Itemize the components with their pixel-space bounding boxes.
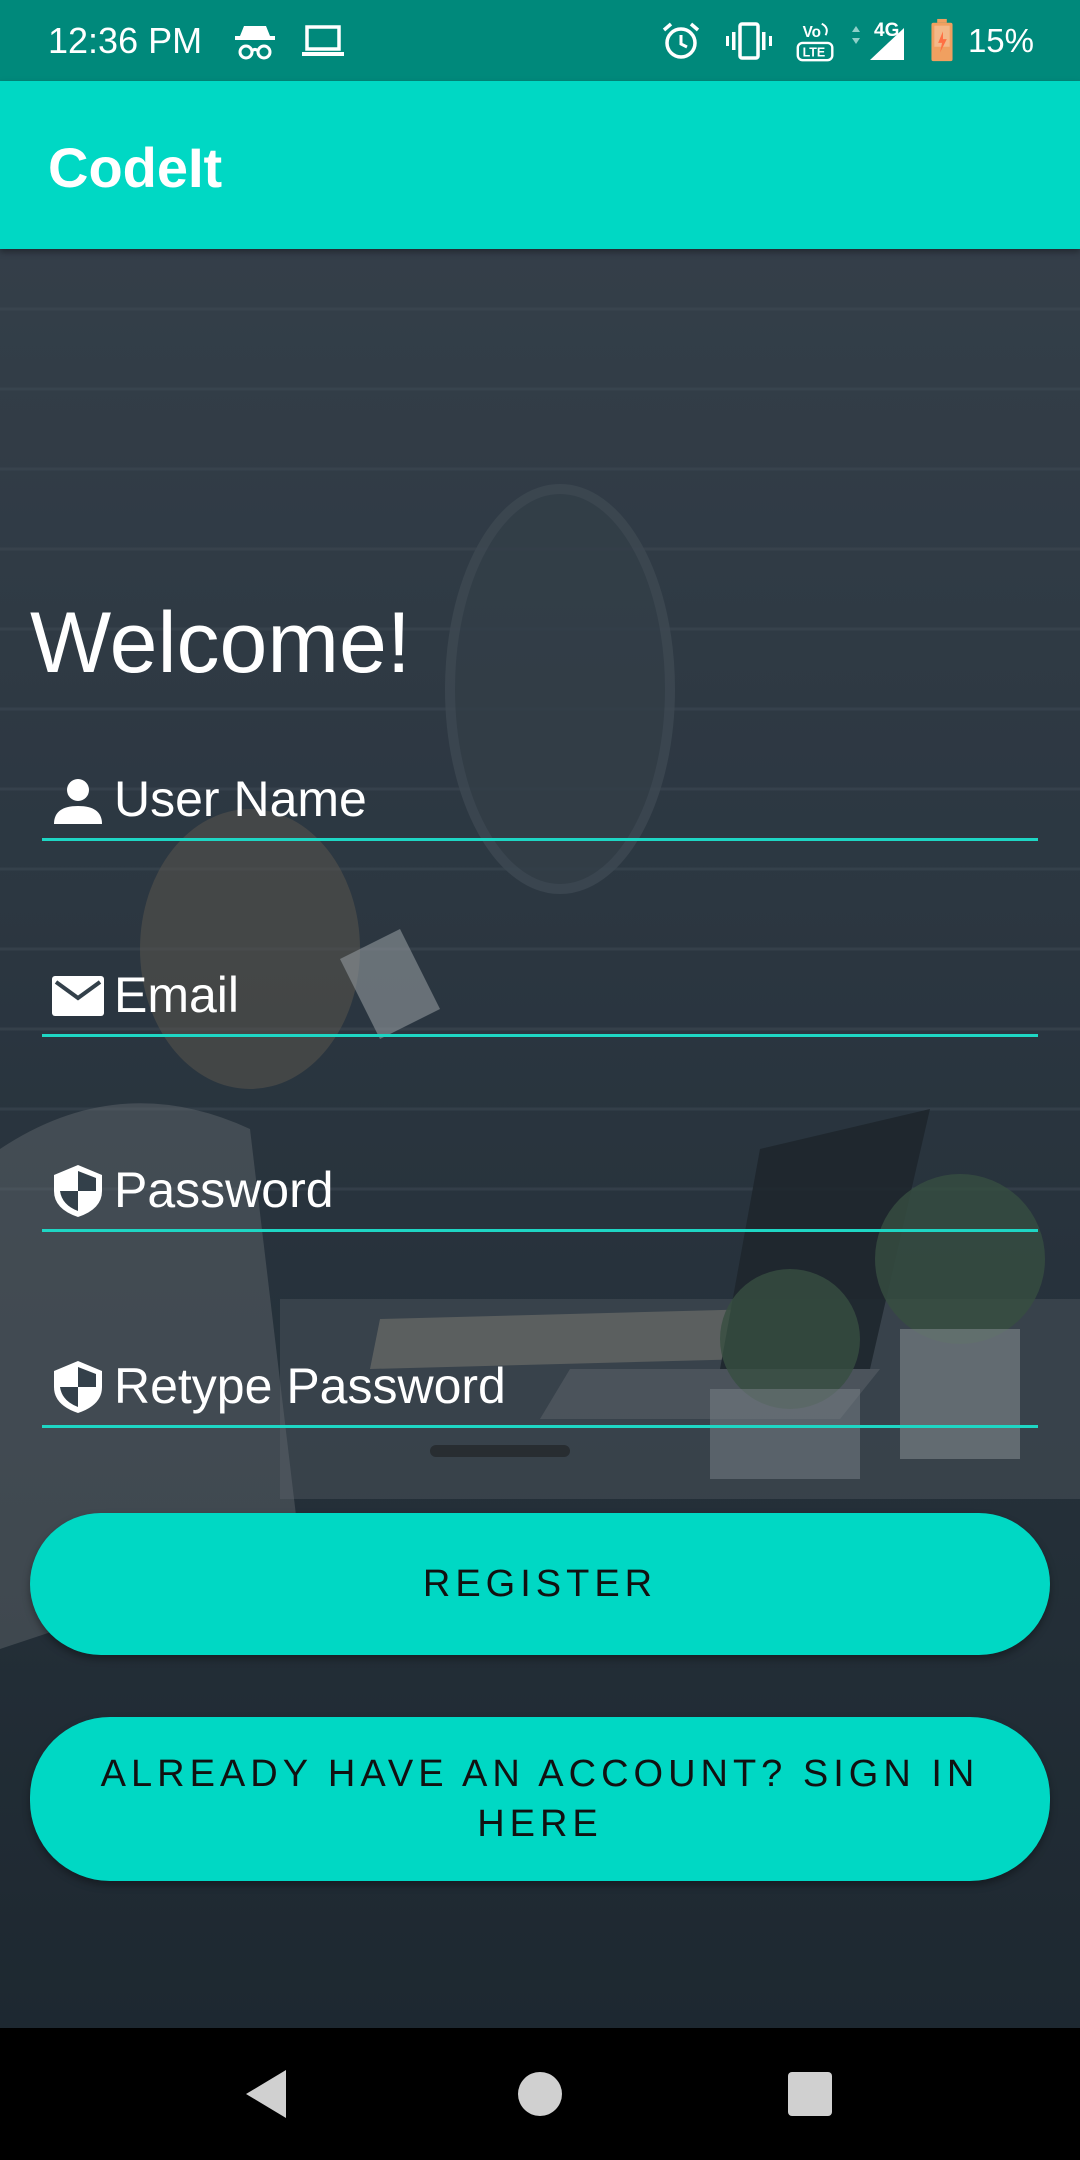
- status-time: 12:36 PM: [48, 20, 203, 61]
- mail-icon: [52, 976, 104, 1016]
- battery-percent: 15%: [967, 22, 1034, 59]
- svg-text:Vo: Vo: [803, 24, 821, 41]
- password-field[interactable]: Password: [42, 1149, 1038, 1232]
- home-icon[interactable]: [510, 2064, 570, 2124]
- incognito-icon: [235, 26, 275, 60]
- email-field[interactable]: Email: [42, 954, 1038, 1037]
- shield-icon: [54, 1361, 102, 1413]
- welcome-heading: Welcome!: [30, 595, 411, 691]
- email-placeholder: Email: [114, 967, 240, 1023]
- volte-icon: Vo LTE: [796, 22, 834, 62]
- person-icon: [54, 779, 102, 824]
- sign-in-button[interactable]: ALREADY HAVE AN ACCOUNT? SIGN IN HERE: [30, 1717, 1050, 1881]
- password-placeholder: Password: [114, 1162, 334, 1218]
- retype-password-placeholder: Retype Password: [114, 1358, 506, 1414]
- sign-in-button-label-line1: ALREADY HAVE AN ACCOUNT? SIGN IN: [100, 1753, 980, 1795]
- alarm-icon: [662, 22, 700, 59]
- register-screen: 12:36 PM Vo LTE 4G 15% CodeIt Welcome! U…: [0, 0, 1080, 2160]
- laptop-icon: [302, 25, 344, 56]
- status-bar: 12:36 PM Vo LTE 4G 15%: [0, 0, 1080, 81]
- username-field[interactable]: User Name: [42, 758, 1038, 841]
- svg-text:LTE: LTE: [803, 45, 826, 59]
- battery-icon: [931, 18, 953, 62]
- sign-in-button-label-line2: HERE: [477, 1803, 603, 1845]
- register-button[interactable]: REGISTER: [30, 1513, 1050, 1655]
- register-button-label: REGISTER: [422, 1563, 658, 1605]
- recents-icon[interactable]: [780, 2064, 840, 2124]
- signal-icon: 4G: [852, 20, 904, 60]
- app-title: CodeIt: [48, 136, 223, 199]
- register-form-area: Welcome! User Name Email Password Retype…: [0, 249, 1080, 2028]
- app-bar: CodeIt: [0, 81, 1080, 249]
- shield-icon: [54, 1165, 102, 1217]
- vibrate-icon: [726, 22, 772, 60]
- back-icon[interactable]: [238, 2064, 298, 2124]
- navigation-bar: [0, 2028, 1080, 2160]
- username-placeholder: User Name: [114, 771, 367, 827]
- retype-password-field[interactable]: Retype Password: [42, 1345, 1038, 1428]
